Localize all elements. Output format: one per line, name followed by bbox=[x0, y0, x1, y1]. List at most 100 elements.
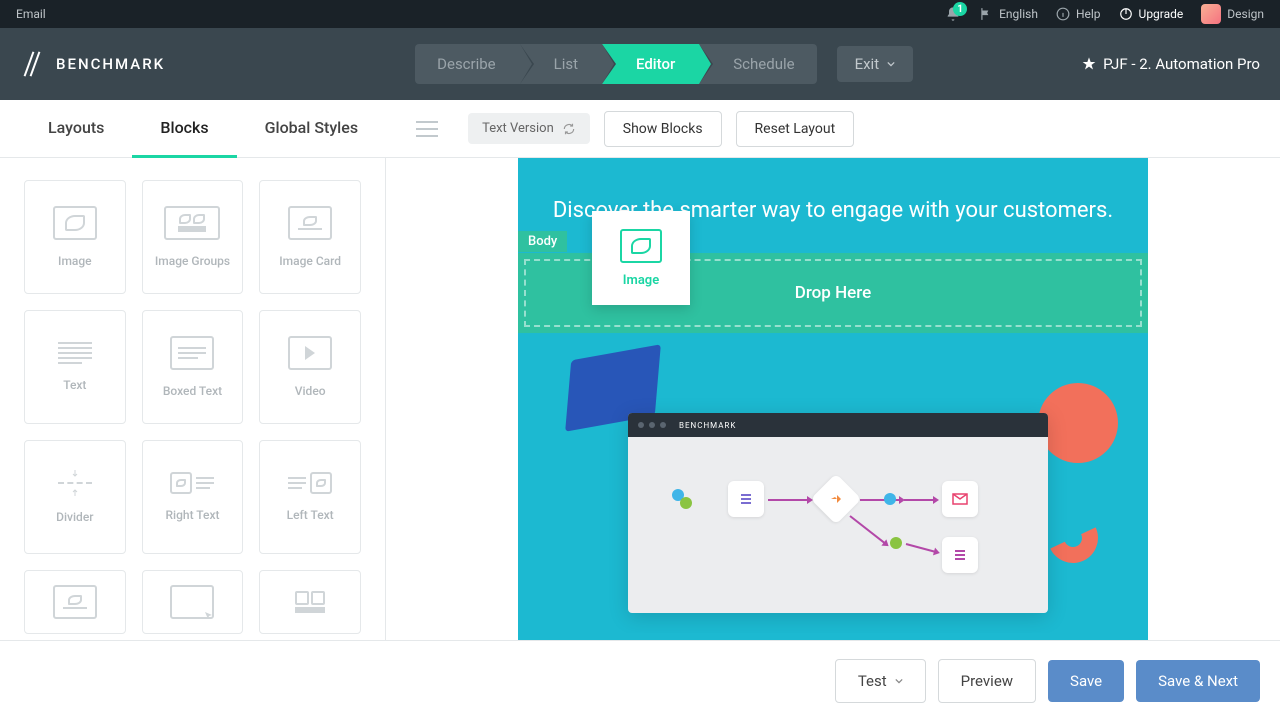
decorative-arc bbox=[1041, 506, 1105, 570]
user-name: Design bbox=[1227, 7, 1264, 21]
wizard-steps: Describe List Editor Schedule bbox=[415, 44, 816, 84]
flow-dot-2 bbox=[890, 537, 902, 549]
email-link[interactable]: Email bbox=[16, 7, 46, 21]
email-illustration: BENCHMARK bbox=[518, 333, 1148, 633]
blocks-sidebar: Image Image Groups Image Card Text Boxed… bbox=[0, 158, 386, 640]
footer-actions: Test Preview Save Save & Next bbox=[0, 640, 1280, 720]
video-block-icon bbox=[288, 336, 332, 370]
image-text-icon bbox=[53, 585, 97, 619]
flow-node-list-2 bbox=[942, 537, 978, 573]
block-right-text[interactable]: Right Text bbox=[142, 440, 244, 554]
flow-node-email bbox=[942, 481, 978, 517]
notifications-button[interactable]: 1 bbox=[945, 6, 961, 22]
refresh-icon bbox=[562, 122, 576, 136]
drop-zone[interactable]: Body Drop Here Image bbox=[518, 253, 1148, 333]
block-divider[interactable]: Divider bbox=[24, 440, 126, 554]
upgrade-label: Upgrade bbox=[1139, 7, 1184, 21]
block-label: Divider bbox=[56, 510, 93, 524]
body-label: Body bbox=[518, 231, 567, 252]
exit-label: Exit bbox=[855, 55, 880, 73]
dragging-block-preview[interactable]: Image bbox=[592, 211, 690, 305]
block-left-text[interactable]: Left Text bbox=[259, 440, 361, 554]
brand-logo[interactable]: BENCHMARK bbox=[20, 51, 165, 77]
preview-button[interactable]: Preview bbox=[938, 659, 1036, 703]
tab-blocks[interactable]: Blocks bbox=[132, 100, 236, 158]
decorative-circle bbox=[1038, 383, 1118, 463]
image-block-icon bbox=[53, 206, 97, 240]
hamburger-button[interactable] bbox=[416, 121, 438, 137]
save-next-button[interactable]: Save & Next bbox=[1136, 660, 1260, 702]
browser-mockup: BENCHMARK bbox=[628, 413, 1048, 613]
block-label: Left Text bbox=[287, 508, 334, 522]
header: BENCHMARK Describe List Editor Schedule … bbox=[0, 28, 1280, 100]
drag-preview-label: Image bbox=[623, 273, 659, 288]
block-label: Video bbox=[295, 384, 326, 398]
test-button[interactable]: Test bbox=[835, 659, 926, 703]
language-selector[interactable]: English bbox=[979, 7, 1038, 21]
avatar bbox=[1201, 4, 1221, 24]
block-label: Right Text bbox=[165, 508, 219, 522]
editor-toolbar: Layouts Blocks Global Styles Text Versio… bbox=[0, 100, 1280, 158]
block-label: Boxed Text bbox=[163, 384, 222, 398]
boxed-text-icon bbox=[170, 336, 214, 370]
image-block-icon bbox=[620, 229, 662, 263]
hamburger-icon bbox=[416, 121, 438, 137]
text-block-icon bbox=[58, 342, 92, 364]
help-label: Help bbox=[1076, 7, 1101, 21]
exit-button[interactable]: Exit bbox=[837, 46, 914, 82]
brand-text: BENCHMARK bbox=[56, 55, 165, 73]
block-label: Text bbox=[63, 378, 86, 392]
block-extra-2[interactable] bbox=[142, 570, 244, 634]
user-menu[interactable]: Design bbox=[1201, 4, 1264, 24]
flow-node-list bbox=[728, 481, 764, 517]
benchmark-logo-icon bbox=[20, 51, 46, 77]
test-label: Test bbox=[858, 672, 887, 690]
block-image[interactable]: Image bbox=[24, 180, 126, 294]
project-name[interactable]: PJF - 2. Automation Pro bbox=[1081, 55, 1260, 73]
block-extra-3[interactable] bbox=[259, 570, 361, 634]
text-version-label: Text Version bbox=[482, 121, 554, 136]
chevron-down-icon bbox=[895, 677, 903, 685]
block-label: Image Groups bbox=[155, 254, 230, 268]
button-block-icon bbox=[170, 585, 214, 619]
main-content: Image Image Groups Image Card Text Boxed… bbox=[0, 158, 1280, 640]
topbar: Email 1 English Help Upgrade Design bbox=[0, 0, 1280, 28]
flow-people-icon bbox=[668, 487, 696, 515]
email-preview: Discover the smarter way to engage with … bbox=[518, 158, 1148, 640]
cursor-icon bbox=[204, 611, 214, 621]
power-icon bbox=[1119, 7, 1133, 21]
email-canvas[interactable]: Discover the smarter way to engage with … bbox=[386, 158, 1280, 640]
chevron-down-icon bbox=[887, 60, 895, 68]
reset-layout-button[interactable]: Reset Layout bbox=[736, 111, 855, 147]
step-editor[interactable]: Editor bbox=[602, 44, 699, 84]
step-schedule[interactable]: Schedule bbox=[699, 44, 816, 84]
block-text[interactable]: Text bbox=[24, 310, 126, 424]
save-button[interactable]: Save bbox=[1048, 660, 1124, 702]
text-version-button[interactable]: Text Version bbox=[468, 113, 590, 144]
block-image-groups[interactable]: Image Groups bbox=[142, 180, 244, 294]
tab-global-styles[interactable]: Global Styles bbox=[237, 100, 386, 158]
image-card-icon bbox=[288, 206, 332, 240]
upgrade-link[interactable]: Upgrade bbox=[1119, 7, 1184, 21]
right-text-icon bbox=[170, 472, 214, 494]
step-describe[interactable]: Describe bbox=[415, 44, 520, 84]
block-boxed-text[interactable]: Boxed Text bbox=[142, 310, 244, 424]
project-label: PJF - 2. Automation Pro bbox=[1103, 55, 1260, 73]
help-link[interactable]: Help bbox=[1056, 7, 1101, 21]
block-label: Image Card bbox=[279, 254, 341, 268]
left-text-icon bbox=[288, 472, 332, 494]
block-video[interactable]: Video bbox=[259, 310, 361, 424]
browser-brand-label: BENCHMARK bbox=[679, 421, 736, 430]
flag-icon bbox=[979, 7, 993, 21]
divider-icon bbox=[58, 470, 92, 496]
block-extra-1[interactable] bbox=[24, 570, 126, 634]
block-image-card[interactable]: Image Card bbox=[259, 180, 361, 294]
language-label: English bbox=[999, 7, 1038, 21]
tab-layouts[interactable]: Layouts bbox=[20, 100, 132, 158]
show-blocks-button[interactable]: Show Blocks bbox=[604, 111, 722, 147]
flow-dot bbox=[884, 493, 896, 505]
notif-badge: 1 bbox=[953, 2, 967, 16]
star-icon bbox=[1081, 56, 1097, 72]
info-icon bbox=[1056, 7, 1070, 21]
sidebar-tabs: Layouts Blocks Global Styles bbox=[20, 100, 386, 158]
